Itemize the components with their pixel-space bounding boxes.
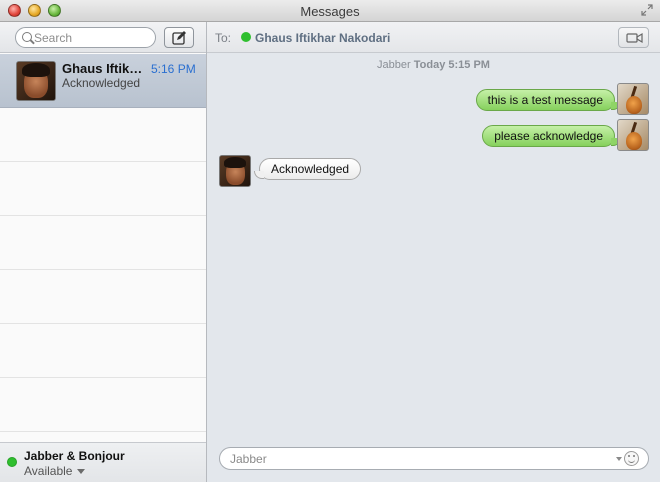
compose-icon xyxy=(172,31,186,45)
fullscreen-icon[interactable] xyxy=(640,4,654,18)
list-divider xyxy=(0,431,206,432)
recipient-name[interactable]: Ghaus Iftikhar Nakodari xyxy=(255,31,390,45)
list-divider xyxy=(0,161,206,162)
emoji-icon[interactable] xyxy=(624,451,639,466)
video-camera-icon xyxy=(626,32,643,44)
chevron-down-icon[interactable] xyxy=(616,457,622,461)
message-input-field[interactable] xyxy=(219,447,649,470)
availability-menu[interactable]: Available xyxy=(24,464,72,478)
outgoing-message-bubble[interactable]: please acknowledge xyxy=(482,125,615,147)
my-avatar xyxy=(617,83,649,115)
timestamp-time: Today 5:15 PM xyxy=(413,59,490,71)
account-status-bar: Jabber & Bonjour Available xyxy=(0,442,206,482)
list-divider xyxy=(0,323,206,324)
search-field[interactable] xyxy=(15,27,156,48)
conversation-item[interactable]: Ghaus Iftikhar Nakodari 5:16 PM Acknowle… xyxy=(0,54,206,108)
message-row: Acknowledged xyxy=(207,155,660,189)
message-row: please acknowledge xyxy=(207,119,660,153)
conversation-name: Ghaus Iftikhar Nakodari xyxy=(62,61,150,76)
account-name: Jabber & Bonjour xyxy=(24,449,125,463)
list-divider xyxy=(0,215,206,216)
timestamp-service: Jabber xyxy=(377,59,411,71)
list-divider xyxy=(0,269,206,270)
search-icon xyxy=(22,32,32,42)
search-input[interactable] xyxy=(34,30,149,46)
message-input[interactable] xyxy=(230,451,610,467)
message-row: this is a test message xyxy=(207,83,660,117)
contact-avatar xyxy=(219,155,251,187)
recipient-status-icon xyxy=(241,32,251,42)
chevron-down-icon[interactable] xyxy=(77,469,85,474)
conversation-preview: Acknowledged xyxy=(62,76,141,90)
status-available-icon xyxy=(7,457,17,467)
recipient-bar: To: Ghaus Iftikhar Nakodari xyxy=(207,22,660,53)
compose-button[interactable] xyxy=(164,27,194,48)
bubble-tail xyxy=(254,171,264,179)
my-avatar xyxy=(617,119,649,151)
video-call-button[interactable] xyxy=(618,27,649,48)
message-timestamp: Jabber Today 5:15 PM xyxy=(207,59,660,71)
window-title: Messages xyxy=(300,4,360,19)
avatar xyxy=(16,61,56,101)
to-label: To: xyxy=(215,31,232,45)
incoming-message-bubble[interactable]: Acknowledged xyxy=(259,158,362,180)
conversation-pane: To: Ghaus Iftikhar Nakodari Jabber Today… xyxy=(207,22,660,482)
list-divider xyxy=(0,377,206,378)
sidebar-toolbar xyxy=(0,22,206,53)
messages-window: Messages Ghaus Iftikhar Nakodari 5:16 P xyxy=(0,0,660,482)
sidebar: Ghaus Iftikhar Nakodari 5:16 PM Acknowle… xyxy=(0,22,207,482)
title-bar: Messages xyxy=(0,0,660,22)
outgoing-message-bubble[interactable]: this is a test message xyxy=(475,89,615,111)
conversation-time: 5:16 PM xyxy=(151,62,196,76)
